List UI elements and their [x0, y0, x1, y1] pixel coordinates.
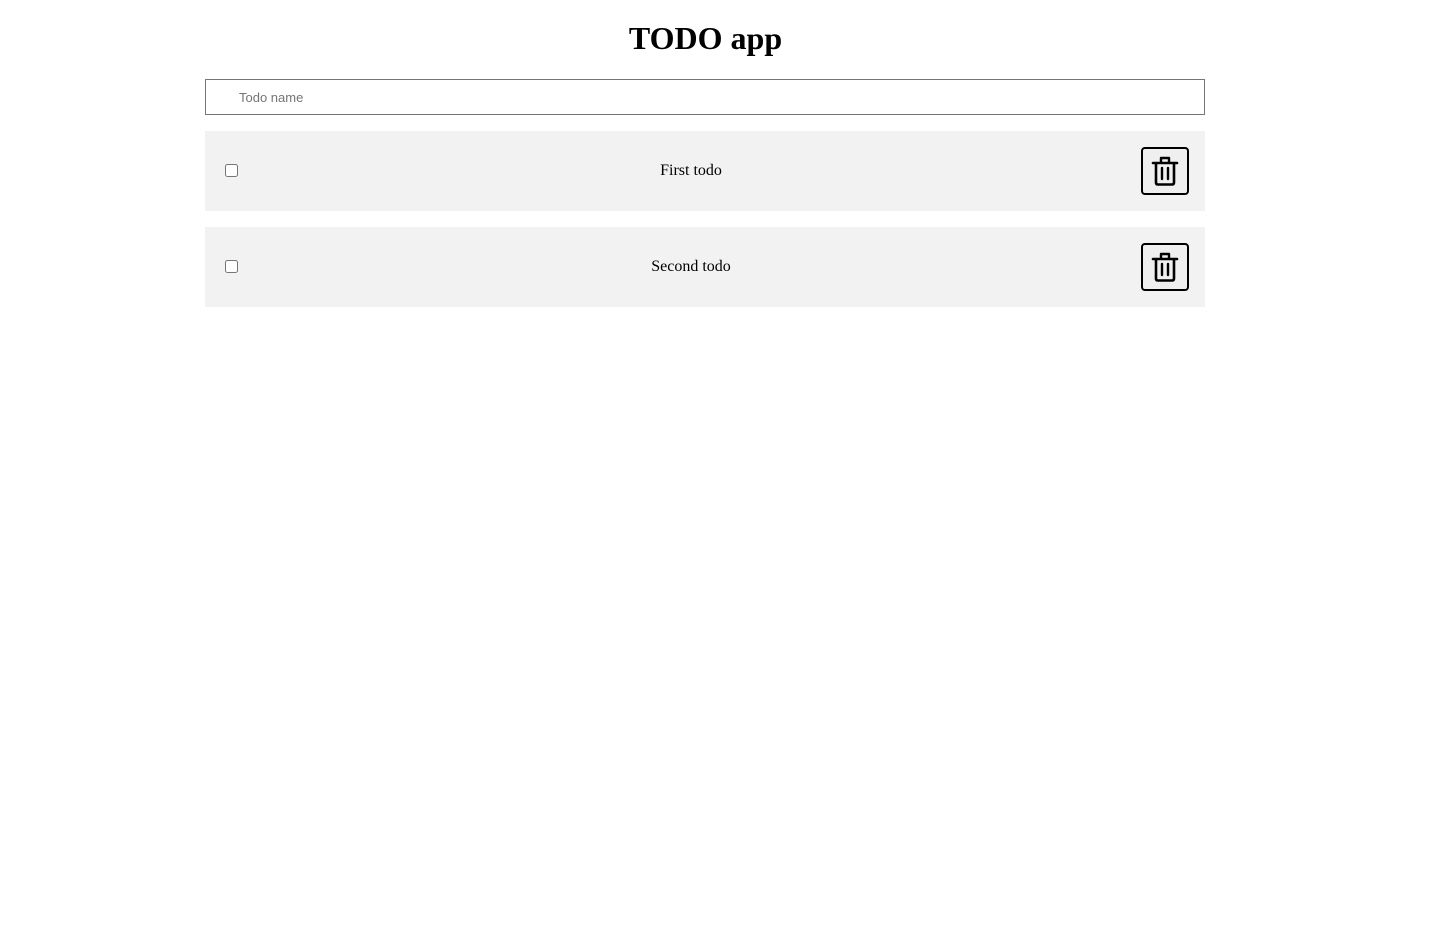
todo-label: First todo	[660, 162, 722, 179]
trash-icon	[1151, 252, 1179, 282]
todo-name-input[interactable]	[206, 80, 1204, 114]
delete-todo-button[interactable]	[1141, 147, 1189, 195]
page-title: TODO app	[628, 20, 783, 56]
todo-item: First todo	[205, 131, 1205, 211]
todo-label: Second todo	[651, 258, 731, 275]
todo-input-wrapper	[205, 79, 1205, 115]
todo-list: First todo Second todo	[205, 131, 1205, 323]
trash-icon	[1151, 156, 1179, 186]
delete-todo-button[interactable]	[1141, 243, 1189, 291]
todo-item: Second todo	[205, 227, 1205, 307]
